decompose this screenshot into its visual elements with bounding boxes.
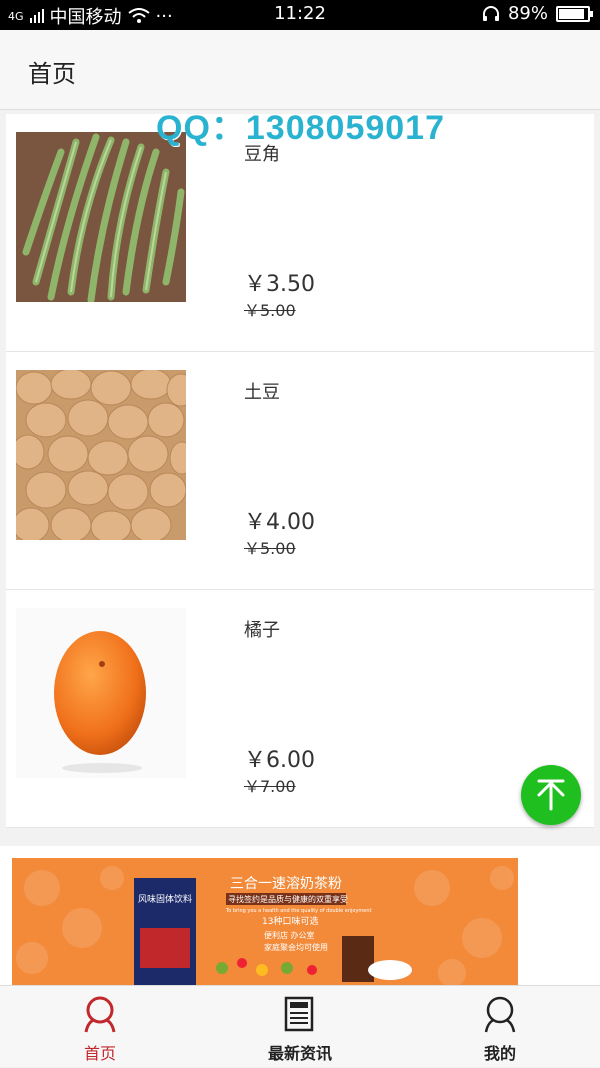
product-price: ￥4.00 (244, 510, 315, 535)
arrow-up-icon (537, 779, 565, 811)
banner-sub1: 寻找签约是品质与健康的双重享受 (228, 894, 348, 904)
tab-label: 我的 (483, 1044, 516, 1063)
product-image-green-beans (16, 132, 186, 302)
battery-icon (556, 5, 593, 22)
banner-sub2: To bring you a health and the quality of… (225, 908, 372, 914)
product-item[interactable]: 豆角 ￥3.50 ￥5.00 (6, 114, 594, 352)
status-bar: 4G 中国移动 ··· 11:22 89% (0, 0, 600, 30)
product-list: 豆角 ￥3.50 ￥5.00 土豆 ￥4.00 ￥5.00 橘子 ￥6.00 ￥… (6, 114, 594, 828)
headphones-icon (482, 5, 499, 21)
bottom-tab-bar: 首页 最新资讯 我的 (0, 985, 600, 1067)
promo-banner[interactable]: 风味固体饮料 三合一速溶奶茶粉 寻找签约是品质与健康的双重享受 To bring… (12, 858, 518, 986)
banner-line-1: 便利店 办公室 (264, 930, 315, 940)
battery-percent: 89% (507, 3, 548, 24)
back-to-top-button[interactable] (521, 765, 581, 825)
tab-label: 最新资讯 (267, 1044, 332, 1063)
app-header: 首页 (0, 30, 600, 110)
status-right: 89% (482, 3, 593, 24)
tab-news[interactable]: 最新资讯 (200, 986, 400, 1068)
product-item[interactable]: 橘子 ￥6.00 ￥7.00 (6, 590, 594, 828)
product-original-price: ￥5.00 (244, 301, 296, 320)
tab-mine[interactable]: 我的 (400, 986, 600, 1068)
product-image-potatoes (16, 370, 186, 540)
product-price: ￥3.50 (244, 272, 315, 297)
product-original-price: ￥7.00 (244, 777, 296, 796)
tab-label: 首页 (83, 1044, 116, 1063)
product-item[interactable]: 土豆 ￥4.00 ￥5.00 (6, 352, 594, 590)
product-name: 橘子 (244, 620, 280, 641)
banner-badge: 13种口味可选 (262, 915, 318, 927)
newspaper-icon (284, 996, 314, 1032)
user-outline-icon (484, 996, 516, 1033)
banner-line-2: 家庭聚会均可使用 (264, 942, 328, 952)
product-original-price: ￥5.00 (244, 539, 296, 558)
banner-product-label: 风味固体饮料 (138, 893, 192, 905)
banner-section: 风味固体饮料 三合一速溶奶茶粉 寻找签约是品质与健康的双重享受 To bring… (0, 846, 600, 986)
page-title: 首页 (28, 60, 76, 88)
qq-watermark: QQ：1308059017 (156, 109, 445, 147)
product-name: 土豆 (244, 382, 280, 403)
product-price: ￥6.00 (244, 748, 315, 773)
product-image-orange (16, 608, 186, 778)
user-outline-icon (84, 996, 116, 1033)
battery-level (559, 8, 584, 19)
banner-headline: 三合一速溶奶茶粉 (230, 876, 342, 892)
tab-home[interactable]: 首页 (0, 986, 200, 1068)
